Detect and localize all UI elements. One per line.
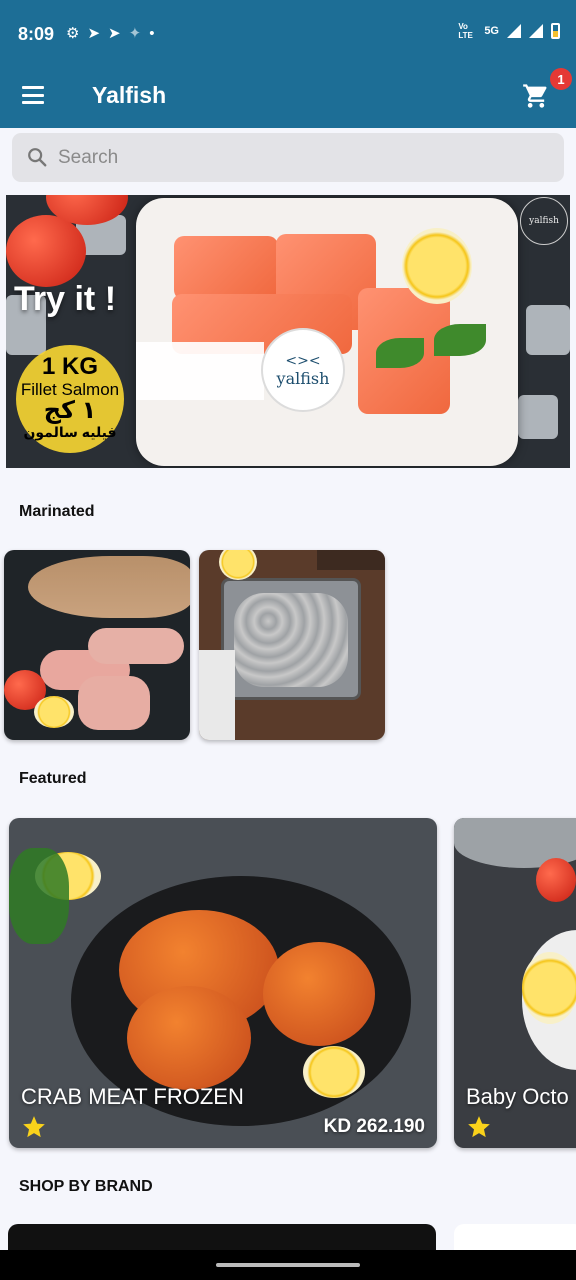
app-title: Yalfish [92, 82, 167, 108]
fish-image [28, 556, 190, 618]
lemon-image [402, 228, 472, 304]
marinated-item[interactable] [199, 550, 385, 740]
package-logo: <>< yalfish [261, 328, 345, 412]
star-icon [468, 1116, 490, 1138]
tomato-image [6, 215, 86, 287]
offer-product-arabic: فيليه سالمون [23, 424, 117, 440]
cart-icon [523, 84, 547, 108]
volte-label: Vo LTE [458, 22, 473, 40]
fish-icon: <>< [285, 352, 321, 369]
search-input[interactable] [58, 133, 538, 182]
shrimp-tray-image [221, 578, 361, 700]
section-title-marinated: Marinated [19, 503, 95, 520]
product-name: Baby Octo [466, 1084, 569, 1109]
system-icons: Vo LTE 5G [458, 22, 560, 40]
menu-icon[interactable] [22, 86, 44, 104]
star-icon [23, 1116, 45, 1138]
ice-decoration [526, 305, 570, 355]
offer-product: Fillet Salmon [20, 380, 120, 399]
cart-count-badge: 1 [550, 68, 572, 90]
app-bar: Yalfish 1 [0, 68, 576, 128]
battery-icon [551, 23, 560, 39]
product-name: CRAB MEAT FROZEN [21, 1084, 244, 1109]
status-time: 8:09 [18, 24, 55, 44]
system-nav-bar [0, 1250, 576, 1280]
settings-icon: ⚙ [66, 25, 80, 42]
package-info-label [136, 342, 264, 400]
featured-product-card[interactable]: CRAB MEAT FROZEN KD 262.190 [9, 818, 437, 1148]
featured-product-card[interactable]: Baby Octo [454, 818, 576, 1148]
corner-logo: yalfish [520, 197, 568, 245]
fillet-image [78, 676, 150, 730]
cart-button[interactable] [522, 82, 550, 110]
section-title-featured: Featured [19, 770, 87, 787]
notification-icons: ⚙ ➤ ➤ ✦ • [66, 24, 155, 43]
ice-decoration [518, 395, 558, 439]
telegram-icon: ➤ [87, 25, 101, 42]
signal-icon [507, 24, 521, 38]
search-bar[interactable] [12, 133, 564, 182]
home-gesture-handle[interactable] [216, 1263, 360, 1267]
product-price: KD 262.190 [323, 1116, 425, 1137]
signal-icon [529, 24, 543, 38]
offer-badge: 1 KG Fillet Salmon ١ كج فيليه سالمون [16, 345, 124, 453]
app-notification-icon: ✦ [128, 25, 142, 42]
status-bar: 8:09 ⚙ ➤ ➤ ✦ • Vo LTE 5G [0, 0, 576, 68]
marinated-item[interactable] [4, 550, 190, 740]
dot-icon: • [149, 24, 155, 42]
banner-headline: Try it ! [14, 280, 117, 318]
offer-weight-arabic: ١ كج [43, 397, 97, 424]
promo-banner[interactable]: <>< yalfish Try it ! 1 KG Fillet Salmon … [6, 195, 570, 468]
salmon-tray-image [136, 198, 518, 466]
section-title-brands: SHOP BY BRAND [19, 1178, 153, 1195]
fillet-image [88, 628, 184, 664]
search-icon [28, 148, 47, 167]
telegram-icon: ➤ [108, 25, 121, 42]
network-label: 5G [484, 25, 499, 37]
offer-weight: 1 KG [41, 353, 98, 380]
